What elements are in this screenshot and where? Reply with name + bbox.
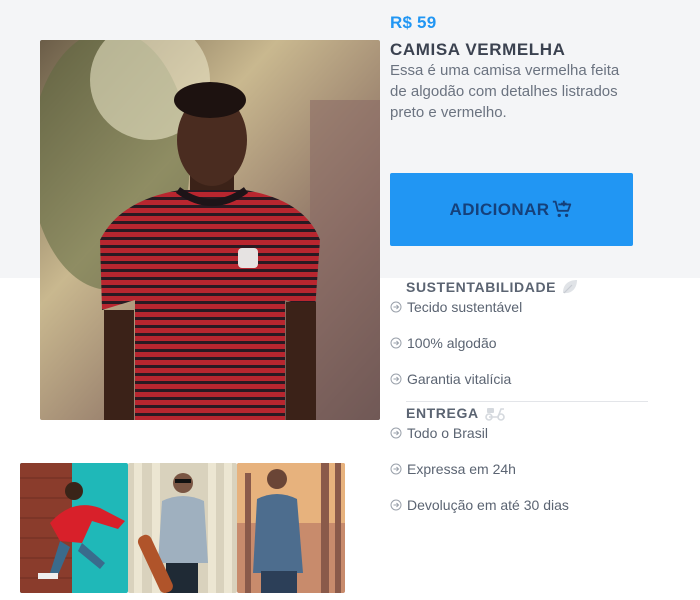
- thumbnail-3[interactable]: [237, 463, 345, 593]
- add-to-cart-button[interactable]: ADICIONAR: [390, 173, 633, 246]
- product-price: R$ 59: [390, 13, 437, 32]
- product-description: Essa é uma camisa vermelha feita de algo…: [390, 62, 620, 121]
- feature-item: Tecido sustentável: [390, 299, 522, 315]
- cart-plus-icon: [553, 200, 572, 217]
- feature-text: Tecido sustentável: [407, 299, 523, 315]
- feature-text: Devolução em até 30 dias: [407, 497, 569, 513]
- delivery-heading-text: ENTREGA: [406, 405, 479, 421]
- feature-text: 100% algodão: [407, 335, 497, 351]
- arrow-circle-icon: [390, 463, 402, 475]
- add-to-cart-label: ADICIONAR: [449, 199, 550, 219]
- feature-item: Garantia vitalícia: [390, 371, 511, 387]
- sustainability-heading-text: SUSTENTABILIDADE: [406, 279, 557, 295]
- feature-item: Expressa em 24h: [390, 461, 516, 477]
- feature-item: Devolução em até 30 dias: [390, 497, 569, 513]
- arrow-circle-icon: [390, 337, 402, 349]
- sustainability-heading: SUSTENTABILIDADE: [406, 279, 579, 295]
- thumbnail-1[interactable]: [20, 463, 128, 593]
- arrow-circle-icon: [390, 499, 402, 511]
- section-divider: [406, 401, 648, 402]
- feature-item: 100% algodão: [390, 335, 497, 351]
- arrow-circle-icon: [390, 373, 402, 385]
- feature-text: Garantia vitalícia: [407, 371, 512, 387]
- thumbnail-2[interactable]: [128, 463, 237, 593]
- main-product-photo[interactable]: [40, 40, 380, 420]
- feature-text: Todo o Brasil: [407, 425, 488, 441]
- delivery-heading: ENTREGA: [406, 405, 506, 421]
- leaf-icon: [563, 280, 578, 294]
- scooter-icon: [484, 408, 505, 421]
- feature-item: Todo o Brasil: [390, 425, 488, 441]
- arrow-circle-icon: [390, 301, 402, 313]
- arrow-circle-icon: [390, 427, 402, 439]
- product-title: CAMISA VERMELHA: [390, 40, 566, 59]
- feature-text: Expressa em 24h: [407, 461, 516, 477]
